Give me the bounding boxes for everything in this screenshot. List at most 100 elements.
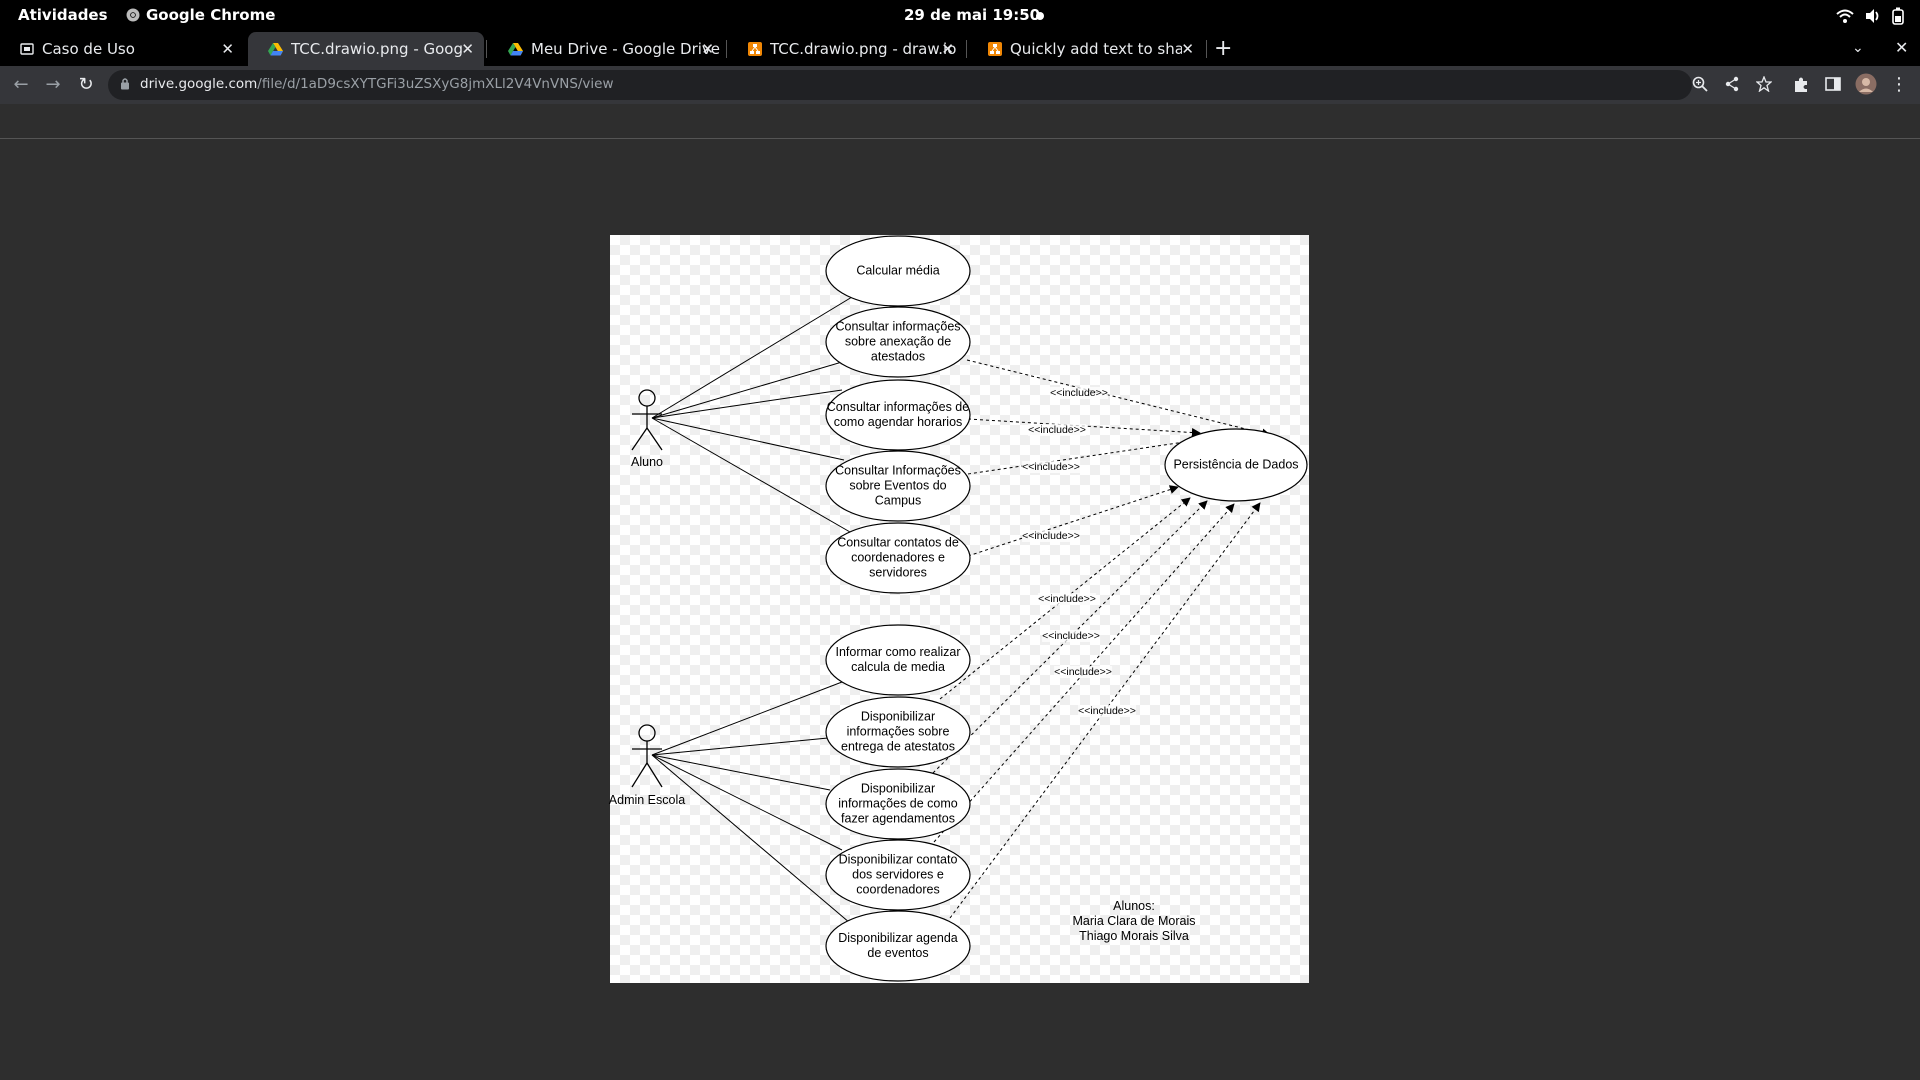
use-case-line: servidores <box>869 565 927 580</box>
close-icon[interactable]: ✕ <box>1181 40 1194 58</box>
url-text[interactable]: drive.google.com/file/d/1aD9csXYTGFi3uZS… <box>140 76 614 92</box>
tab-title: TCC.drawio.png - Google Drive <box>291 40 463 58</box>
extensions-icon[interactable] <box>1792 75 1810 93</box>
app-name: Google Chrome <box>146 6 276 24</box>
include-label: <<include>> <box>1042 630 1100 642</box>
use-case-line: Informar como realizar <box>835 645 961 659</box>
battery-icon <box>1892 7 1904 25</box>
use-case-line: Consultar Informações <box>835 463 961 478</box>
include-label: <<include>> <box>1028 424 1086 436</box>
use-case-line: Campus <box>874 493 922 508</box>
share-icon[interactable] <box>1724 76 1740 92</box>
slides-icon <box>20 43 34 55</box>
use-case-consultar-horarios: Consultar informações de como agendar ho… <box>823 400 973 430</box>
use-case-line: calcula de media <box>851 660 945 674</box>
close-icon[interactable]: ✕ <box>461 40 474 58</box>
use-case-consultar-atestados: Consultar informações sobre anexação de … <box>823 320 973 365</box>
use-case-line: Consultar informações de <box>826 400 970 414</box>
drive-icon <box>508 42 523 55</box>
tab-title: Meu Drive - Google Drive <box>531 40 721 58</box>
tab-meu-drive[interactable]: Meu Drive - Google Drive ✕ <box>488 32 724 66</box>
close-icon[interactable]: ✕ <box>701 40 714 58</box>
close-icon[interactable]: ✕ <box>221 40 234 58</box>
zoom-icon[interactable] <box>1692 76 1708 92</box>
use-case-line: Disponibilizar agenda <box>838 931 958 945</box>
profile-avatar[interactable] <box>1855 73 1877 95</box>
more-menu-icon[interactable]: ⋮ <box>1887 73 1911 97</box>
tab-title: TCC.drawio.png - draw.io <box>770 40 957 58</box>
tab-separator <box>966 40 967 58</box>
tab-tcc-drawio[interactable]: TCC.drawio.png - draw.io ✕ <box>728 32 964 66</box>
use-case-disp-agenda: Disponibilizar agenda de eventos <box>823 931 973 961</box>
use-case-line: coordenadores e <box>851 550 945 565</box>
use-case-line: Disponibilizar <box>860 781 936 796</box>
close-icon[interactable]: ✕ <box>941 40 954 58</box>
system-tray[interactable] <box>1836 7 1904 25</box>
tab-title: Caso de Uso <box>42 40 135 58</box>
use-case-line: Consultar informações <box>835 319 961 334</box>
clock[interactable]: 29 de mai 19:50 <box>904 6 1040 24</box>
app-menu[interactable]: Google Chrome <box>126 6 275 24</box>
use-case-line: Calcular média <box>856 263 940 278</box>
drawio-icon <box>988 42 1002 56</box>
notification-dot <box>1036 12 1044 20</box>
authors-line: Alunos: <box>1113 899 1155 913</box>
include-label: <<include>> <box>1038 593 1096 605</box>
use-case-informar-media: Informar como realizar calcula de media <box>823 645 973 675</box>
tab-quickly-add-text[interactable]: Quickly add text to shapes ✕ <box>968 32 1204 66</box>
system-top-bar: Atividades Google Chrome 29 de mai 19:50 <box>0 0 1920 32</box>
tab-caso-de-uso[interactable]: Caso de Uso ✕ <box>0 32 244 66</box>
use-case-line: de eventos <box>867 946 929 960</box>
tab-separator <box>726 40 727 58</box>
url-host: drive.google.com <box>140 76 258 92</box>
chrome-icon <box>126 8 140 22</box>
use-case-line: como agendar horarios <box>833 415 963 429</box>
drive-viewer-toolbar <box>0 104 1920 139</box>
tab-search-icon[interactable]: ⌄ <box>1852 40 1864 56</box>
actor-aluno-figure <box>631 389 663 451</box>
forward-icon[interactable]: → <box>41 73 65 97</box>
drawio-icon <box>748 42 762 56</box>
image-preview: Aluno Admin Escola Calcular média Consul… <box>608 235 1311 983</box>
use-case-calcular-media: Calcular média <box>823 264 973 279</box>
volume-icon <box>1866 9 1879 23</box>
aluno-associations <box>651 296 853 533</box>
use-case-consultar-eventos: Consultar Informações sobre Eventos do C… <box>823 464 973 509</box>
use-case-line: Disponibilizar contato <box>838 852 958 867</box>
use-case-line: Persistência de Dados <box>1173 457 1299 472</box>
bookmark-star-icon[interactable] <box>1756 76 1772 92</box>
use-case-line: coordenadores <box>856 882 940 897</box>
wifi-icon <box>1836 9 1854 23</box>
use-case-line: informações sobre <box>846 724 950 739</box>
window-close-icon[interactable]: ✕ <box>1895 38 1908 57</box>
include-label: <<include>> <box>1022 461 1080 473</box>
use-case-line: entrega de atestatos <box>841 739 955 754</box>
use-case-line: sobre Eventos do <box>849 478 947 493</box>
new-tab-button[interactable]: + <box>1214 36 1232 61</box>
actor-admin-label: Admin Escola <box>608 793 686 807</box>
actor-aluno-label: Aluno <box>631 455 663 469</box>
use-case-line: Disponibilizar <box>860 709 936 724</box>
use-case-line: fazer agendamentos <box>841 811 955 826</box>
use-case-disp-atestados: Disponibilizar informações sobre entrega… <box>823 710 973 755</box>
back-icon[interactable]: ← <box>9 73 33 97</box>
address-bar[interactable]: drive.google.com/file/d/1aD9csXYTGFi3uZS… <box>108 70 1772 100</box>
lock-icon[interactable] <box>120 77 130 90</box>
use-case-disp-contato: Disponibilizar contato dos servidores e … <box>823 853 973 898</box>
use-case-persistencia: Persistência de Dados <box>1161 458 1311 473</box>
activities-button[interactable]: Atividades <box>18 6 108 24</box>
use-case-disp-agendamentos: Disponibilizar informações de como fazer… <box>823 782 973 827</box>
use-case-line: dos servidores e <box>852 867 944 882</box>
use-case-line: Consultar contatos de <box>837 535 959 550</box>
reload-icon[interactable]: ↻ <box>74 73 98 97</box>
authors-line: Maria Clara de Morais <box>1072 914 1196 928</box>
use-case-line: informações de como <box>838 796 958 811</box>
authors-note: Alunos: Maria Clara de Morais Thiago Mor… <box>1073 899 1196 944</box>
include-label: <<include>> <box>1078 705 1136 717</box>
side-panel-icon[interactable] <box>1824 75 1842 93</box>
tab-tcc-drive[interactable]: TCC.drawio.png - Google Drive ✕ <box>248 32 484 66</box>
use-case-line: sobre anexação de <box>844 334 952 349</box>
use-case-line: atestados <box>870 349 926 364</box>
url-path: /file/d/1aD9csXYTGFi3uZSXyG8jmXLl2V4VnVN… <box>257 76 614 92</box>
authors-line: Thiago Morais Silva <box>1079 929 1189 943</box>
